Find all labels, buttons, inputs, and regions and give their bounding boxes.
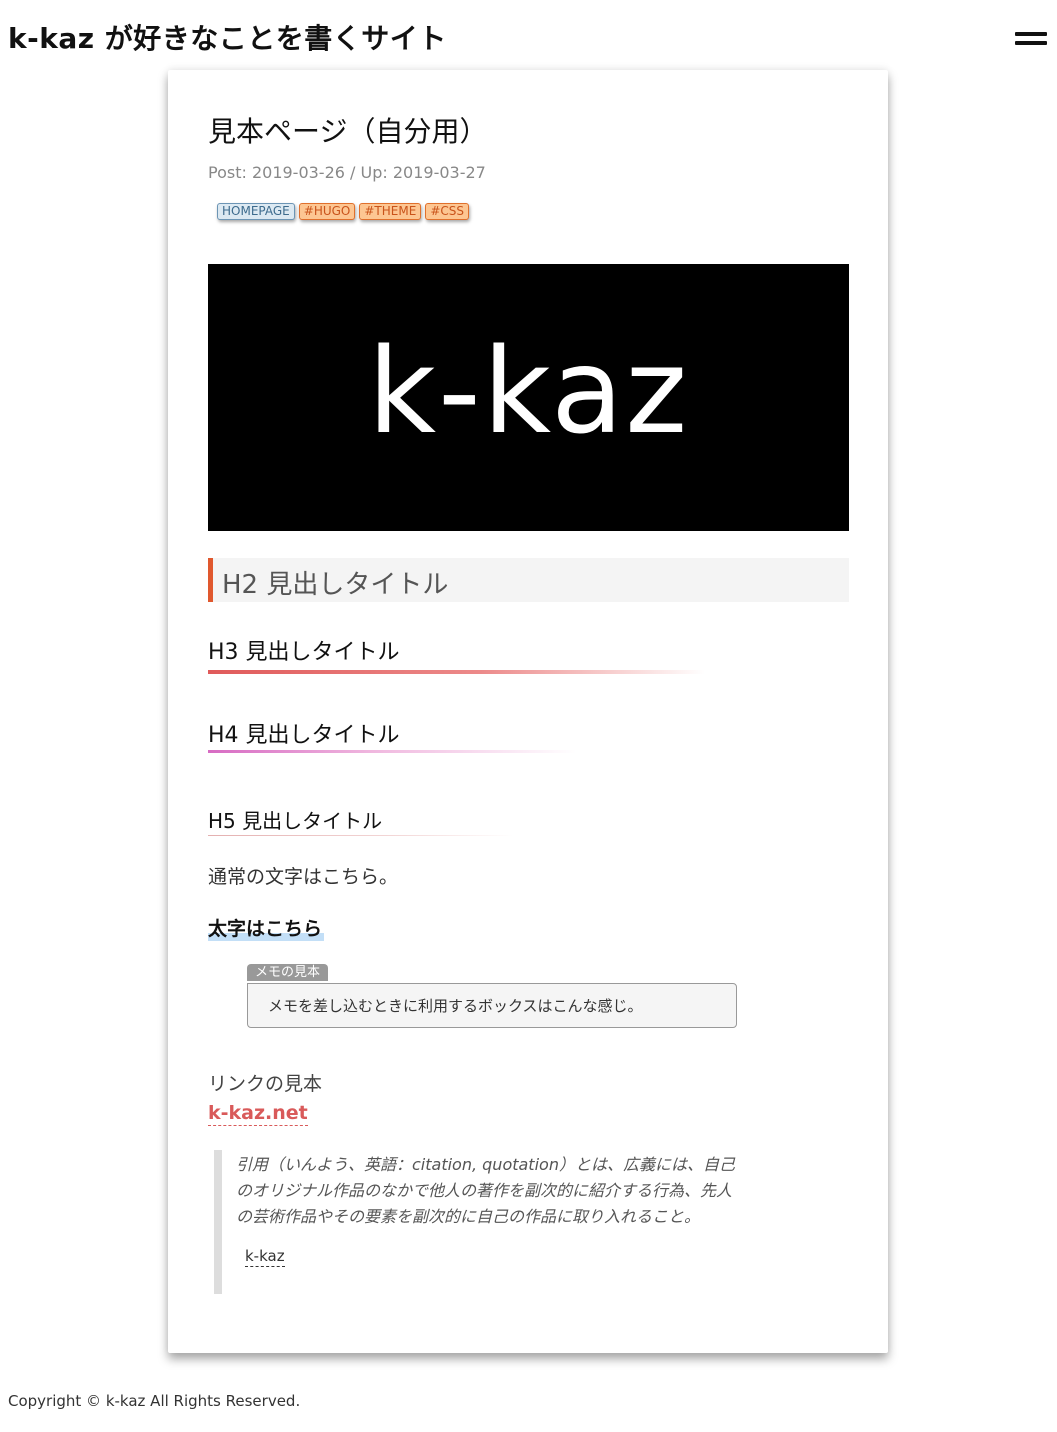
h2-heading: H2 見出しタイトル [208,558,849,602]
h4-heading: H4 見出しタイトル [208,723,400,748]
h3-underline [208,670,705,674]
sample-link[interactable]: k-kaz.net [208,1101,308,1126]
site-header: k-kaz が好きなことを書くサイト [0,0,1057,72]
h4-underline [208,750,576,753]
memo-label: メモの見本 [247,964,329,981]
post-dates: Post: 2019-03-26 / Up: 2019-03-27 [208,163,486,182]
h3-heading: H3 見出しタイトル [208,640,400,665]
menu-button[interactable] [1012,28,1050,52]
memo-text: メモを差し込むときに利用するボックスはこんな感じ。 [268,997,643,1015]
h5-underline [208,835,513,836]
memo-box: メモを差し込むときに利用するボックスはこんな感じ。 [247,983,737,1028]
link-caption: リンクの見本 [208,1073,323,1095]
copyright-text: Copyright © k-kaz All Rights Reserved. [8,1392,301,1410]
site-title-link[interactable]: k-kaz が好きなことを書くサイト [8,17,447,57]
normal-paragraph: 通常の文字はこちら。 [208,866,399,888]
tag-badge[interactable]: #HUGO [298,203,356,220]
h5-heading: H5 見出しタイトル [208,809,383,833]
category-badge[interactable]: HOMEPAGE [217,203,295,220]
article-card: 見本ページ（自分用） Post: 2019-03-26 / Up: 2019-0… [168,70,888,1353]
blockquote: 引用（いんよう、英語：citation, quotation）とは、広義には、自… [214,1150,744,1294]
tag-badge[interactable]: #CSS [425,203,469,220]
page-title: 見本ページ（自分用） [208,115,488,148]
quote-text: 引用（いんよう、英語：citation, quotation）とは、広義には、自… [236,1155,735,1226]
hero-image: k-kaz [208,264,849,531]
h2-heading-text: H2 見出しタイトル [222,570,449,600]
tag-list: HOMEPAGE #HUGO #THEME #CSS [217,203,469,220]
bold-paragraph: 太字はこちら [208,914,325,941]
hero-logo-text: k-kaz [367,322,690,460]
tag-badge[interactable]: #THEME [359,203,422,220]
quote-source-link[interactable]: k-kaz [245,1247,285,1267]
